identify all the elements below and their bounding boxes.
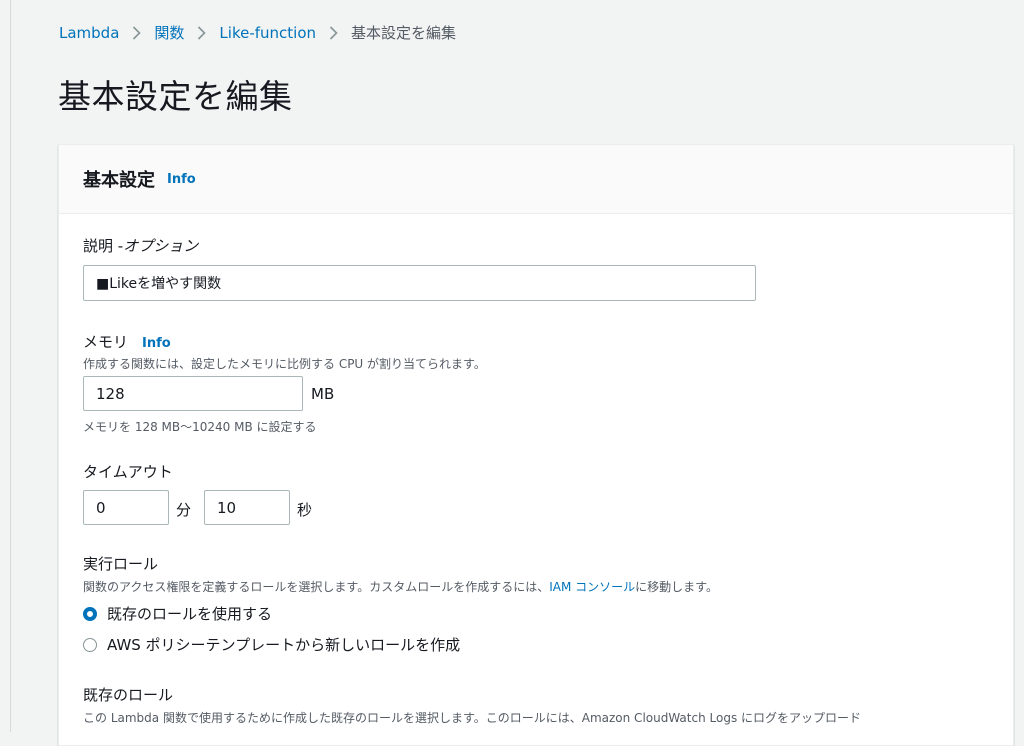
- panel-header: 基本設定 Info: [59, 145, 1013, 214]
- description-label: 説明 - オプション: [83, 235, 198, 256]
- memory-hint: 作成する関数には、設定したメモリに比例する CPU が割り当てられます。: [83, 357, 486, 371]
- chevron-right-icon: [132, 25, 142, 40]
- existing-role-label: 既存のロール: [83, 686, 174, 704]
- execution-role-label: 実行ロール: [83, 555, 159, 573]
- radio-create-from-template[interactable]: AWS ポリシーテンプレートから新しいロールを作成: [83, 634, 460, 655]
- memory-input[interactable]: 128: [83, 376, 303, 411]
- memory-unit: MB: [311, 385, 335, 403]
- memory-label: メモリ Info: [83, 331, 171, 352]
- timeout-minutes-input[interactable]: 0: [83, 490, 169, 525]
- breadcrumb-functions[interactable]: 関数: [154, 22, 184, 43]
- chevron-right-icon: [329, 25, 338, 40]
- breadcrumb-current: 基本設定を編集: [351, 24, 457, 42]
- memory-label-text: メモリ: [83, 333, 129, 351]
- basic-settings-panel: 基本設定 Info 説明 - オプション ■Likeを増やす関数 メモリ Inf…: [58, 144, 1014, 746]
- execution-role-hint: 関数のアクセス権限を定義するロールを選択します。カスタムロールを作成するには、I…: [83, 578, 718, 595]
- timeout-seconds-unit: 秒: [297, 501, 313, 519]
- chevron-right-icon: [197, 25, 207, 40]
- timeout-minutes-unit: 分: [176, 501, 192, 519]
- radio-create-from-template-label: AWS ポリシーテンプレートから新しいロールを作成: [107, 636, 461, 654]
- radio-use-existing-role[interactable]: 既存のロールを使用する: [83, 603, 272, 624]
- page-title: 基本設定を編集: [58, 77, 293, 116]
- existing-role-hint: この Lambda 関数で使用するために作成した既存のロールを選択します。このロ…: [83, 711, 862, 725]
- breadcrumb: Lambda 関数 Like-function 基本設定を編集: [59, 22, 456, 43]
- memory-constraint: メモリを 128 MB〜10240 MB に設定する: [83, 420, 317, 434]
- panel-info-link[interactable]: Info: [167, 172, 196, 187]
- execution-role-hint-text: 関数のアクセス権限を定義するロールを選択します。カスタムロールを作成するには、: [83, 580, 550, 594]
- radio-use-existing-role-label: 既存のロールを使用する: [107, 605, 273, 623]
- description-optional-text: オプション: [123, 237, 199, 255]
- breadcrumb-like-function[interactable]: Like-function: [219, 24, 316, 42]
- radio-selected-icon[interactable]: [83, 606, 97, 621]
- timeout-label: タイムアウト: [83, 463, 173, 481]
- breadcrumb-lambda[interactable]: Lambda: [59, 24, 119, 42]
- description-label-text: 説明 -: [83, 237, 124, 255]
- left-navigation-rail: [0, 0, 11, 732]
- timeout-seconds-input[interactable]: 10: [204, 490, 290, 525]
- execution-role-hint-suffix: に移動します。: [635, 580, 718, 594]
- panel-title: 基本設定: [83, 170, 155, 191]
- memory-info-link[interactable]: Info: [142, 336, 171, 351]
- iam-console-link[interactable]: IAM コンソール: [549, 580, 635, 594]
- radio-unselected-icon[interactable]: [83, 637, 97, 652]
- description-input[interactable]: ■Likeを増やす関数: [83, 265, 756, 301]
